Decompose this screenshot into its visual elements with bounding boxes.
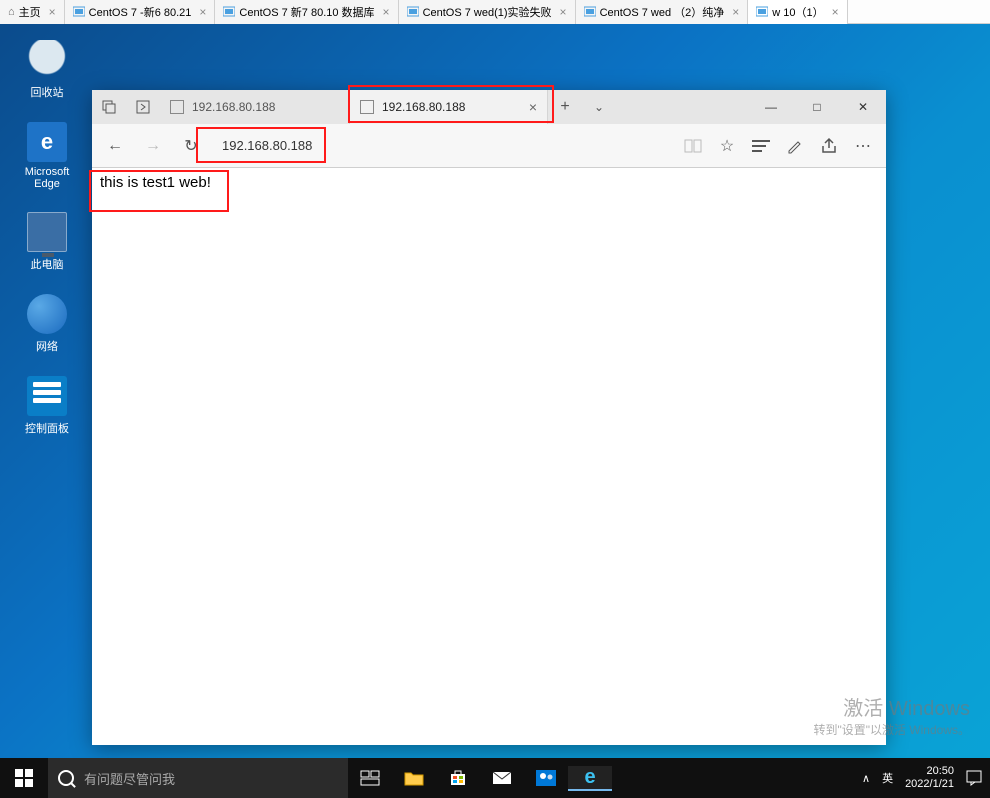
page-icon <box>170 100 184 114</box>
vm-tab[interactable]: CentOS 7 wed （2）纯净 × <box>576 0 749 24</box>
desktop-control-panel[interactable]: 控制面板 <box>12 376 82 436</box>
close-icon[interactable]: × <box>49 5 56 19</box>
icon-label: Microsoft Edge <box>12 166 82 190</box>
page-content: this is test1 web! <box>92 168 886 745</box>
vm-tab-home[interactable]: ⌂ 主页 × <box>0 0 65 24</box>
icon-label: 此电脑 <box>12 256 82 272</box>
desktop-recycle-bin[interactable]: 回收站 <box>12 40 82 100</box>
window-controls: — □ ✕ <box>748 90 886 124</box>
watermark-line2: 转到"设置"以激活 Windows。 <box>813 721 970 738</box>
cortana-icon <box>58 770 74 786</box>
browser-tab-active[interactable]: 192.168.80.188 × <box>350 90 548 124</box>
vm-tab[interactable]: CentOS 7 wed(1)实验失败 × <box>399 0 576 24</box>
taskbar-clock[interactable]: 20:50 2022/1/21 <box>905 765 954 791</box>
back-button[interactable]: ← <box>98 129 132 163</box>
task-icons: e <box>348 758 612 798</box>
minimize-button[interactable]: — <box>748 90 794 124</box>
close-icon[interactable]: × <box>199 5 206 19</box>
file-explorer-button[interactable] <box>392 770 436 786</box>
vm-tab-label: w 10（1） <box>772 4 823 20</box>
close-icon[interactable]: × <box>383 5 390 19</box>
network-icon <box>27 294 67 334</box>
close-icon[interactable]: × <box>832 5 839 19</box>
start-button[interactable] <box>0 758 48 798</box>
recycle-bin-icon <box>27 40 67 80</box>
windows-icon <box>15 769 33 787</box>
reading-view-button[interactable] <box>676 129 710 163</box>
maximize-button[interactable]: □ <box>794 90 840 124</box>
desktop-network[interactable]: 网络 <box>12 294 82 354</box>
icon-label: 回收站 <box>12 84 82 100</box>
windows-activation-watermark: 激活 Windows 转到"设置"以激活 Windows。 <box>813 692 970 738</box>
url-text: 192.168.80.188 <box>222 138 312 153</box>
mail-button[interactable] <box>480 771 524 785</box>
vm-icon <box>756 6 768 18</box>
notes-button[interactable] <box>778 129 812 163</box>
forward-button[interactable]: → <box>136 129 170 163</box>
toolbar-right: ☆ ⋯ <box>676 129 880 163</box>
clock-date: 2022/1/21 <box>905 778 954 791</box>
close-window-button[interactable]: ✕ <box>840 90 886 124</box>
taskbar: 有问题尽管问我 e ∧ 英 20:50 2022/1/21 <box>0 758 990 798</box>
watermark-line1: 激活 Windows <box>813 692 970 721</box>
page-body-text: this is test1 web! <box>100 174 211 191</box>
icon-label: 网络 <box>12 338 82 354</box>
desktop-icons: 回收站 e Microsoft Edge 此电脑 网络 控制面板 <box>12 40 82 458</box>
page-icon <box>360 100 374 114</box>
favorites-button[interactable]: ☆ <box>710 129 744 163</box>
home-icon: ⌂ <box>8 6 15 18</box>
close-icon[interactable]: × <box>560 5 567 19</box>
vm-tab-label: CentOS 7 wed(1)实验失败 <box>423 4 552 20</box>
people-button[interactable] <box>524 770 568 786</box>
vm-icon <box>223 6 235 18</box>
new-tab-button[interactable]: + <box>548 90 582 124</box>
clock-time: 20:50 <box>905 765 954 778</box>
edge-toolbar: ← → ↻ 192.168.80.188 ☆ ⋯ <box>92 124 886 168</box>
titlebar-left-buttons <box>92 90 160 124</box>
edge-icon: e <box>27 122 67 162</box>
notifications-button[interactable] <box>966 770 982 786</box>
control-panel-icon <box>27 376 67 416</box>
vm-tab-label: CentOS 7 -新6 80.21 <box>89 4 192 20</box>
tray-expand-icon[interactable]: ∧ <box>862 772 870 785</box>
tab-menu-button[interactable]: ⌄ <box>582 90 616 124</box>
vm-tab[interactable]: CentOS 7 -新6 80.21 × <box>65 0 216 24</box>
vm-icon <box>73 6 85 18</box>
search-placeholder: 有问题尽管问我 <box>84 769 175 788</box>
ime-indicator[interactable]: 英 <box>882 770 893 786</box>
browser-tab-inactive[interactable]: 192.168.80.188 <box>160 90 350 124</box>
tab-title: 192.168.80.188 <box>382 100 521 114</box>
tab-title: 192.168.80.188 <box>192 100 275 114</box>
taskbar-search[interactable]: 有问题尽管问我 <box>48 758 348 798</box>
more-button[interactable]: ⋯ <box>846 129 880 163</box>
task-view-button[interactable] <box>348 770 392 786</box>
icon-label: 控制面板 <box>12 420 82 436</box>
hub-button[interactable] <box>744 129 778 163</box>
edge-titlebar: 192.168.80.188 192.168.80.188 × + ⌄ — □ … <box>92 90 886 124</box>
set-aside-button[interactable] <box>126 100 160 114</box>
store-button[interactable] <box>436 769 480 787</box>
share-button[interactable] <box>812 129 846 163</box>
address-bar[interactable]: 192.168.80.188 <box>212 132 672 160</box>
vm-tab-active[interactable]: w 10（1） × <box>748 0 847 24</box>
pc-icon <box>27 212 67 252</box>
vm-tab[interactable]: CentOS 7 新7 80.10 数据库 × <box>215 0 398 24</box>
close-icon[interactable]: × <box>732 5 739 19</box>
vm-tab-label: 主页 <box>19 4 41 20</box>
vm-icon <box>584 6 596 18</box>
vm-tab-label: CentOS 7 新7 80.10 数据库 <box>239 4 374 20</box>
tab-close-icon[interactable]: × <box>529 99 537 115</box>
desktop-this-pc[interactable]: 此电脑 <box>12 212 82 272</box>
edge-tabs-area: 192.168.80.188 192.168.80.188 × + ⌄ <box>160 90 748 124</box>
edge-browser-window: 192.168.80.188 192.168.80.188 × + ⌄ — □ … <box>92 90 886 745</box>
refresh-button[interactable]: ↻ <box>174 129 208 163</box>
vm-tab-bar: ⌂ 主页 × CentOS 7 -新6 80.21 × CentOS 7 新7 … <box>0 0 990 24</box>
vm-tab-label: CentOS 7 wed （2）纯净 <box>600 4 725 20</box>
tab-actions-button[interactable] <box>92 100 126 114</box>
vm-icon <box>407 6 419 18</box>
desktop-edge[interactable]: e Microsoft Edge <box>12 122 82 190</box>
system-tray: ∧ 英 20:50 2022/1/21 <box>854 758 990 798</box>
edge-taskbar-button[interactable]: e <box>568 766 612 791</box>
